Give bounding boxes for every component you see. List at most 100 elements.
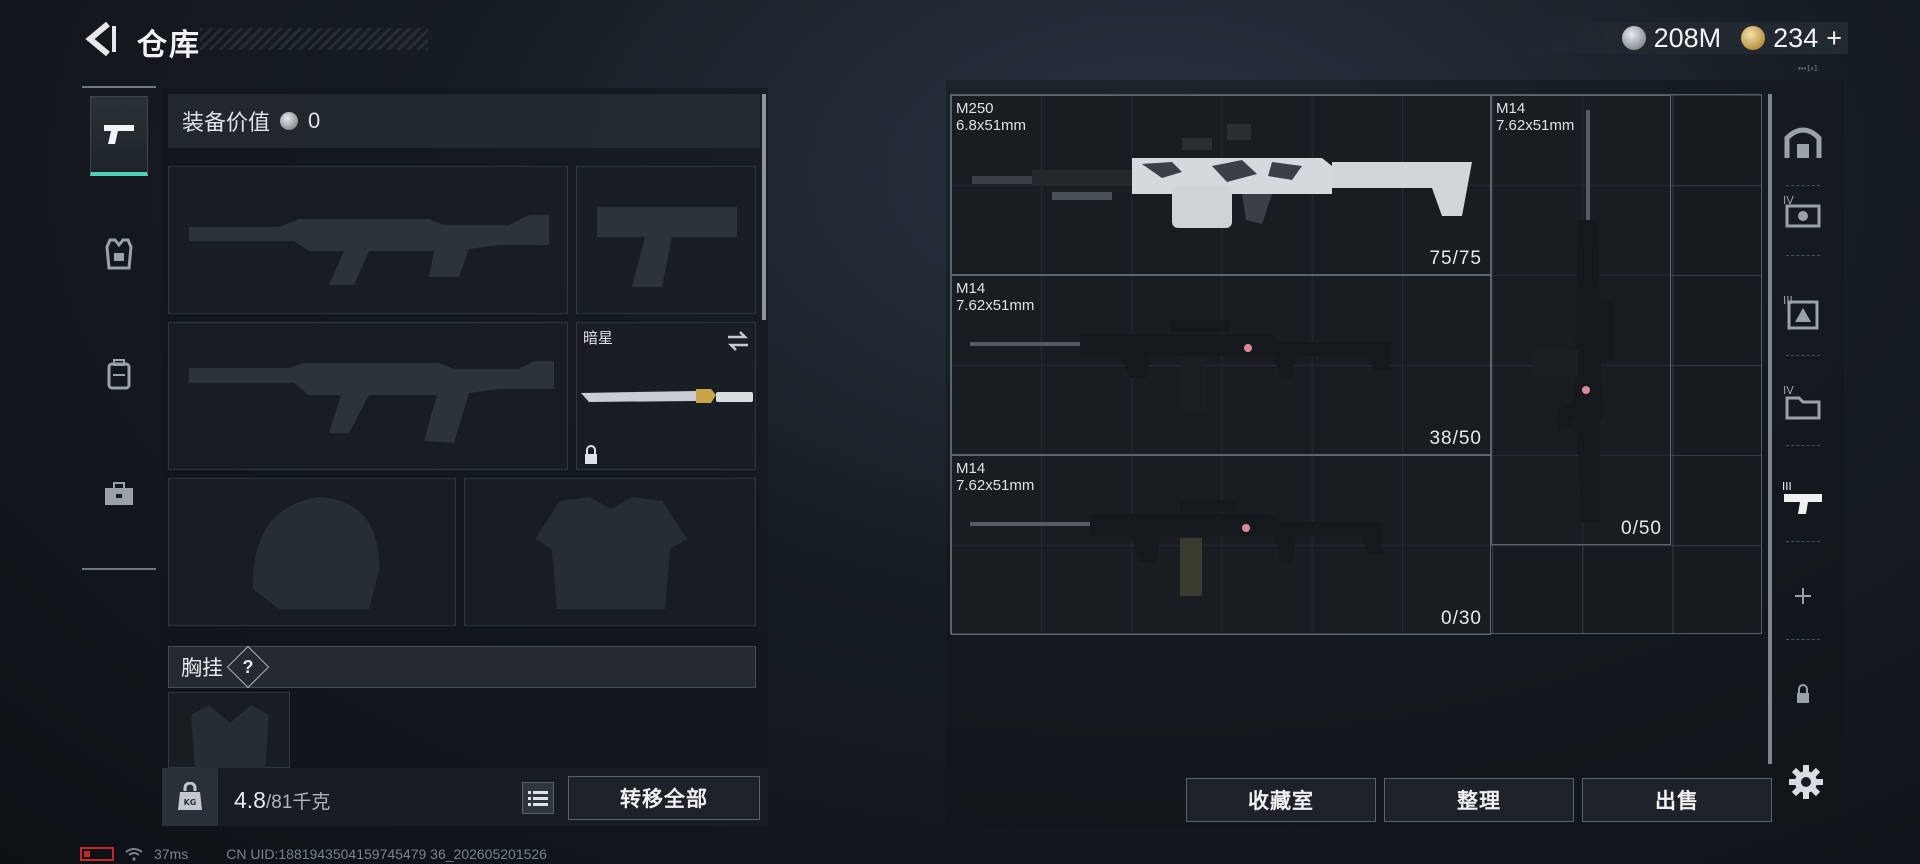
tab-storage-4[interactable]: IV	[1780, 372, 1826, 446]
list-view-button[interactable]	[522, 782, 554, 814]
rifle-silhouette-icon	[189, 215, 549, 285]
equipment-value-header: 装备价值 0	[168, 94, 760, 148]
equipment-value-label: 装备价值	[182, 110, 271, 135]
tab-armor[interactable]	[90, 214, 148, 294]
help-button[interactable]: ?	[226, 645, 270, 689]
lock-icon	[585, 445, 597, 464]
item-ammo: 0/50	[1621, 518, 1662, 539]
gold-coin-icon	[1741, 26, 1766, 50]
gold-amount: 234	[1773, 22, 1819, 53]
list-icon	[528, 791, 548, 806]
back-button[interactable]	[82, 20, 118, 58]
tab-backpack[interactable]	[90, 334, 148, 414]
tab-storage-3[interactable]: III	[1780, 282, 1826, 356]
storage-grid[interactable]: M250 6.8x51mm 75/75 M14 7.62x51mm 38/50 …	[950, 94, 1762, 635]
primary-weapon-slot-2[interactable]	[168, 322, 568, 470]
settings-button[interactable]	[1788, 764, 1824, 800]
organize-button[interactable]: 整理	[1384, 778, 1574, 822]
helmet-silhouette-icon	[252, 497, 380, 609]
chest-rig-label: 胸挂	[181, 657, 223, 680]
ping-readout: 37ms	[154, 846, 189, 862]
weight-readout: 4.8/81千克	[234, 787, 330, 814]
tab-storage-2[interactable]: IV	[1780, 182, 1826, 256]
wifi-icon	[125, 848, 143, 861]
kettlebell-icon: KG	[178, 782, 202, 810]
melee-slot[interactable]: 暗星	[576, 322, 756, 470]
page-title: 仓库	[137, 29, 201, 62]
locked-storage-slot[interactable]	[1780, 664, 1826, 724]
build-code: •••1•1	[1798, 64, 1819, 73]
item-ammo: 0/30	[1441, 608, 1482, 629]
sell-button[interactable]: 出售	[1582, 778, 1772, 822]
currency-gold[interactable]: 234 +	[1741, 23, 1842, 54]
silver-coin-icon	[280, 112, 299, 130]
secondary-weapon-slot[interactable]	[576, 166, 756, 314]
storage-item-m14-3[interactable]: M14 7.62x51mm 0/50	[1491, 95, 1671, 545]
body-armor-slot[interactable]	[464, 478, 756, 626]
currency-silver[interactable]: 208M	[1621, 22, 1722, 54]
m250-machine-gun-icon	[972, 124, 1472, 228]
transfer-all-button[interactable]: 转移全部	[568, 776, 760, 820]
svg-text:IV: IV	[1783, 384, 1794, 397]
equipment-value: 0	[308, 108, 321, 133]
help-icon: ?	[242, 656, 254, 677]
tab-storage-1[interactable]	[1780, 112, 1826, 186]
silver-amount: 208M	[1653, 22, 1722, 53]
item-ammo: 38/50	[1429, 428, 1482, 449]
collection-room-button[interactable]: 收藏室	[1186, 778, 1376, 822]
knife-icon	[581, 389, 753, 403]
add-currency-button[interactable]: +	[1826, 23, 1842, 54]
expansion-iv-folder-icon: IV	[1783, 384, 1821, 420]
storage-scrollbar[interactable]	[1768, 94, 1772, 764]
tab-supplies[interactable]	[90, 454, 148, 534]
plus-icon	[1795, 588, 1811, 604]
tab-storage-weapons[interactable]: III	[1780, 468, 1826, 542]
chevron-left-icon	[85, 21, 116, 57]
pistol-icon	[104, 124, 134, 144]
add-storage-button[interactable]	[1780, 566, 1826, 640]
storage-item-m14-2[interactable]: M14 7.62x51mm 0/30	[951, 455, 1491, 635]
uid-readout: CN UID:1881943504159745479 36_2026052015…	[226, 846, 547, 862]
chest-rig-header: 胸挂 ?	[168, 645, 756, 689]
tab-weapons[interactable]	[90, 96, 148, 176]
gear-icon	[1789, 765, 1823, 799]
lock-icon	[1797, 684, 1809, 703]
pistol-silhouette-icon	[597, 207, 737, 287]
item-name: M250	[956, 100, 994, 117]
chest-rig-slot[interactable]	[168, 692, 290, 769]
m14-rifle-icon	[970, 320, 1390, 412]
expansion-iv-icon: IV	[1783, 194, 1821, 228]
item-ammo: 75/75	[1429, 248, 1482, 269]
svg-text:III: III	[1782, 480, 1792, 493]
svg-text:KG: KG	[184, 798, 197, 807]
chest-rig-silhouette-icon	[191, 705, 269, 769]
item-name: M14	[956, 280, 986, 297]
expansion-iii-icon: III	[1783, 294, 1819, 330]
item-label: M14 7.62x51mm	[956, 460, 1034, 494]
helmet-slot[interactable]	[168, 478, 456, 626]
warehouse-icon	[1784, 127, 1822, 158]
storage-item-m250[interactable]: M250 6.8x51mm 75/75	[951, 95, 1491, 275]
swap-icon[interactable]	[725, 329, 751, 353]
battery-icon	[80, 847, 114, 861]
storage-item-m14-1[interactable]: M14 7.62x51mm 38/50	[951, 275, 1491, 455]
status-bar: 37ms CN UID:1881943504159745479 36_20260…	[80, 844, 547, 864]
weapon-rack-icon: III	[1782, 480, 1822, 514]
melee-item-name: 暗星	[583, 330, 614, 347]
rifle-silhouette-icon	[189, 361, 554, 443]
backpack-icon	[107, 359, 131, 390]
weight-icon: KG	[162, 768, 218, 826]
title-decoration	[200, 28, 428, 50]
equipment-scrollbar[interactable]	[762, 94, 766, 320]
currency-bar: 208M 234 +	[1512, 22, 1848, 54]
category-rail	[82, 86, 156, 570]
weight-current: 4.8	[234, 787, 266, 813]
item-label: M14 7.62x51mm	[956, 280, 1034, 314]
m14-rifle-icon	[970, 500, 1382, 596]
silver-coin-icon	[1621, 26, 1646, 50]
briefcase-icon	[105, 482, 133, 505]
item-name: M14	[956, 460, 986, 477]
vest-icon	[105, 238, 133, 270]
weight-max: /81千克	[265, 792, 331, 813]
primary-weapon-slot-1[interactable]	[168, 166, 568, 314]
